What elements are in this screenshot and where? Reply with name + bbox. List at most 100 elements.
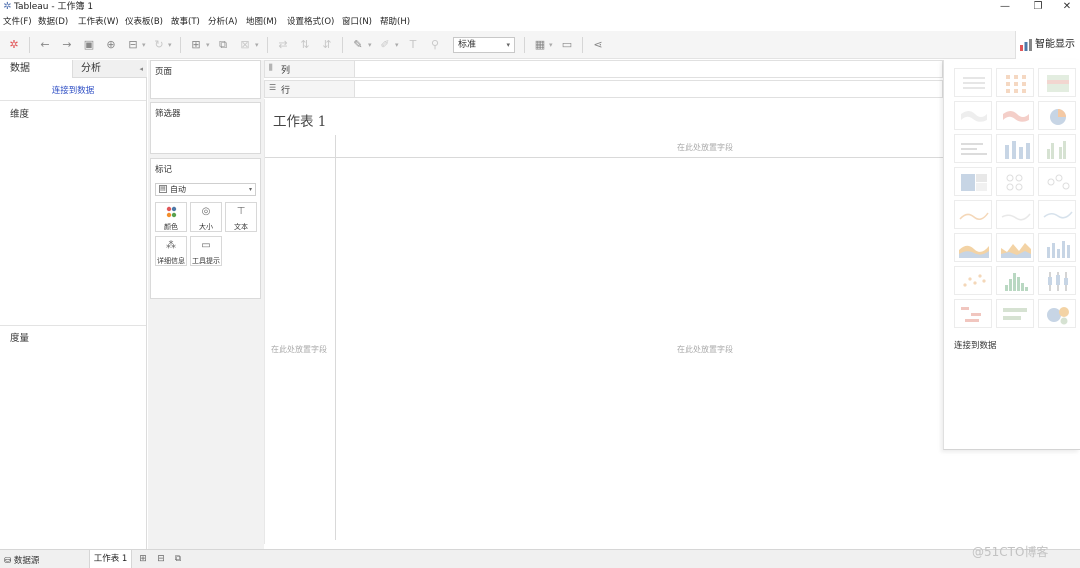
measures-header: 度量: [10, 333, 30, 344]
chart-thumb-lines-discrete[interactable]: [996, 200, 1034, 229]
show-me-button[interactable]: 智能显示: [1015, 31, 1080, 59]
detail-button[interactable]: ⁂ 详细信息: [155, 236, 187, 266]
show-cards-icon[interactable]: ▦: [533, 38, 547, 52]
chevron-down-icon[interactable]: ▾: [142, 38, 146, 52]
chart-thumb-filled-map[interactable]: [996, 101, 1034, 130]
chart-thumb-histogram[interactable]: [996, 266, 1034, 295]
chart-thumb-horizontal-bars[interactable]: [954, 134, 992, 163]
show-mark-labels-icon[interactable]: T: [406, 38, 420, 52]
close-button[interactable]: ✕: [1052, 0, 1080, 14]
chevron-down-icon[interactable]: ▾: [168, 38, 172, 52]
menu-window[interactable]: 窗口(N): [342, 17, 372, 28]
refresh-icon[interactable]: ↻: [152, 38, 166, 52]
mark-type-icon: ▤: [159, 185, 167, 193]
text-button[interactable]: ⊤ 文本: [225, 202, 257, 232]
new-worksheet-icon[interactable]: ⊞: [137, 554, 149, 565]
mark-type-select[interactable]: ▤ 自动 ▾: [155, 183, 256, 196]
new-story-icon[interactable]: ⧉: [172, 554, 184, 565]
undo-icon[interactable]: ←: [38, 38, 52, 52]
swap-rows-columns-icon[interactable]: ⇄: [276, 38, 290, 52]
menu-worksheet[interactable]: 工作表(W): [78, 17, 119, 28]
chart-thumb-highlight-table[interactable]: [1038, 68, 1076, 97]
duplicate-sheet-icon[interactable]: ⧉: [216, 38, 230, 52]
highlight-icon[interactable]: ✎: [351, 38, 365, 52]
discrete-lines-icon: [1001, 213, 1031, 221]
presentation-mode-icon[interactable]: ▭: [560, 38, 574, 52]
restore-button[interactable]: ❐: [1023, 0, 1053, 14]
chart-thumb-area-continuous[interactable]: [954, 233, 992, 262]
menu-format[interactable]: 设置格式(O): [287, 17, 334, 28]
packed-bubbles-icon: [1047, 307, 1069, 325]
filters-shelf[interactable]: 筛选器: [150, 102, 261, 154]
chart-thumb-treemap[interactable]: [954, 167, 992, 196]
chart-thumb-dual-lines[interactable]: [1038, 200, 1076, 229]
chart-thumb-symbol-map[interactable]: [954, 101, 992, 130]
chevron-down-icon[interactable]: ▾: [206, 38, 210, 52]
pages-shelf[interactable]: 页面: [150, 60, 261, 99]
chart-thumb-heat-map[interactable]: [996, 68, 1034, 97]
chart-thumb-box-plot[interactable]: [1038, 266, 1076, 295]
new-dashboard-icon[interactable]: ⊟: [155, 554, 167, 565]
menu-file[interactable]: 文件(F): [3, 17, 32, 28]
drop-field-hint-rows[interactable]: 在此处放置字段: [271, 344, 327, 355]
redo-icon[interactable]: →: [60, 38, 74, 52]
tab-data[interactable]: 数据: [0, 60, 72, 78]
chart-thumb-dual-combination[interactable]: [1038, 233, 1076, 262]
sort-descending-icon[interactable]: ⇵: [320, 38, 334, 52]
drop-field-hint-body[interactable]: 在此处放置字段: [677, 344, 733, 355]
chart-thumb-text-table[interactable]: [954, 68, 992, 97]
menu-help[interactable]: 帮助(H): [380, 17, 410, 28]
sheet-title[interactable]: 工作表 1: [273, 110, 326, 130]
clear-sheet-icon[interactable]: ⊠: [238, 38, 252, 52]
chevron-down-icon[interactable]: ▾: [395, 38, 399, 52]
sort-ascending-icon[interactable]: ⇅: [298, 38, 312, 52]
new-worksheet-icon[interactable]: ⊞: [189, 38, 203, 52]
menu-analysis[interactable]: 分析(A): [208, 17, 237, 28]
chart-thumb-stacked-bars[interactable]: [996, 134, 1034, 163]
pause-updates-icon[interactable]: ⊟: [126, 38, 140, 52]
chevron-down-icon[interactable]: ▾: [368, 38, 372, 52]
worksheet-canvas[interactable]: 工作表 1 在此处放置字段 在此处放置字段 在此处放置字段: [264, 99, 944, 544]
menu-story[interactable]: 故事(T): [171, 17, 200, 28]
connect-to-data-link[interactable]: 连接到数据: [0, 84, 146, 96]
columns-shelf[interactable]: ⫼ 列: [264, 60, 943, 78]
tab-analysis[interactable]: 分析 ◂: [72, 60, 147, 78]
toolbar-separator: [267, 37, 268, 53]
menu-data[interactable]: 数据(D): [38, 17, 68, 28]
fix-axes-icon[interactable]: ⚲: [428, 38, 442, 52]
size-button[interactable]: ◎ 大小: [190, 202, 222, 232]
column-header-divider: [265, 157, 944, 158]
toolbar-separator: [342, 37, 343, 53]
chart-thumb-side-by-side-circles[interactable]: [1038, 167, 1076, 196]
minimize-button[interactable]: —: [990, 0, 1020, 14]
chart-thumb-circle-views[interactable]: [996, 167, 1034, 196]
fit-select[interactable]: 标准 ▾: [453, 37, 515, 53]
text-icon: ⊤: [236, 206, 246, 217]
chevron-down-icon[interactable]: ▾: [255, 38, 259, 52]
horizontal-bars-icon: [961, 143, 987, 155]
chevron-down-icon[interactable]: ▾: [549, 38, 553, 52]
tableau-home-icon[interactable]: ✲: [7, 38, 21, 52]
share-icon[interactable]: ⋖: [591, 38, 605, 52]
chart-thumb-gantt[interactable]: [954, 299, 992, 328]
chart-thumb-scatter-plot[interactable]: [954, 266, 992, 295]
toolbar-separator: [180, 37, 181, 53]
tab-sheet-1[interactable]: 工作表 1: [89, 550, 132, 568]
chart-thumb-area-discrete[interactable]: [996, 233, 1034, 262]
chart-thumb-bullet-graph[interactable]: [996, 299, 1034, 328]
chart-thumb-lines-continuous[interactable]: [954, 200, 992, 229]
menu-map[interactable]: 地图(M): [246, 17, 277, 28]
drop-field-hint-columns[interactable]: 在此处放置字段: [677, 142, 733, 153]
menu-dashboard[interactable]: 仪表板(B): [125, 17, 163, 28]
rows-shelf[interactable]: ☰ 行: [264, 80, 943, 98]
tab-data-source[interactable]: ⛁ 数据源: [4, 554, 39, 566]
group-members-icon[interactable]: ✐: [378, 38, 392, 52]
save-icon[interactable]: ▣: [82, 38, 96, 52]
chart-thumb-packed-bubbles[interactable]: [1038, 299, 1076, 328]
pin-icon[interactable]: ◂: [139, 60, 143, 78]
chart-thumb-pie[interactable]: [1038, 101, 1076, 130]
chart-thumb-side-by-side-bars[interactable]: [1038, 134, 1076, 163]
color-button[interactable]: 颜色: [155, 202, 187, 232]
tooltip-button[interactable]: ▭ 工具提示: [190, 236, 222, 266]
new-data-source-icon[interactable]: ⊕: [104, 38, 118, 52]
